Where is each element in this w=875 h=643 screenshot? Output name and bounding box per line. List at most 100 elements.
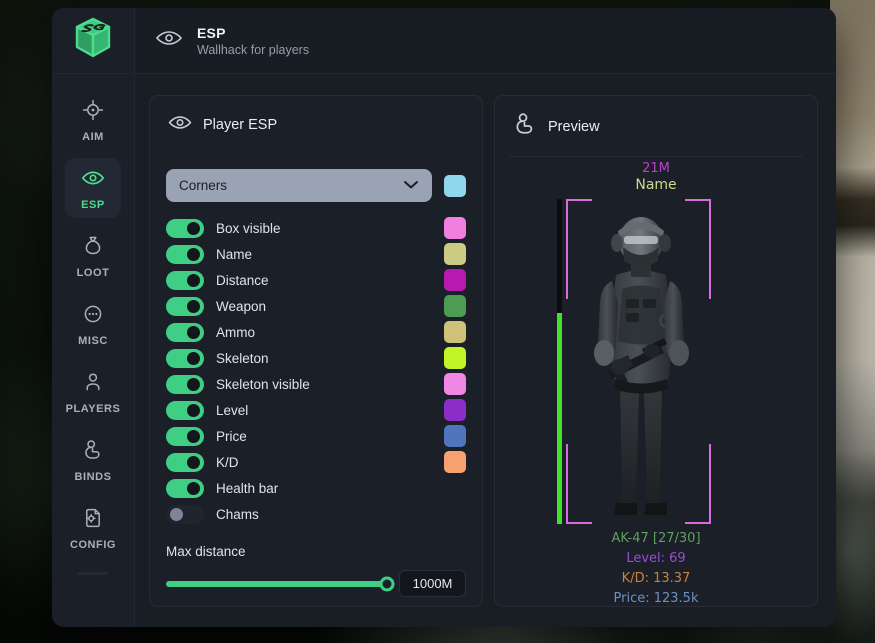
esp-box-corners [566, 199, 711, 524]
background-glow [830, 300, 875, 643]
esp-option-row: Box visible [166, 215, 466, 241]
esp-edge [566, 444, 568, 524]
sidebar-item-loot[interactable]: LOOT [65, 226, 121, 286]
sidebar-item-players[interactable]: PLAYERS [65, 362, 121, 422]
panel-title: Preview [548, 119, 600, 135]
sidebar-item-binds[interactable]: BINDS [65, 430, 121, 490]
esp-option-label: Health bar [216, 481, 432, 496]
esp-option-row: Health bar [166, 475, 466, 501]
app-logo[interactable] [52, 8, 134, 74]
esp-option-color-swatch[interactable] [444, 217, 466, 239]
toggle-skeleton[interactable] [166, 349, 204, 368]
esp-option-color-swatch[interactable] [444, 295, 466, 317]
esp-health-fill [557, 313, 562, 524]
esp-option-label: K/D [216, 455, 432, 470]
max-distance-slider[interactable] [166, 581, 387, 587]
page-title: ESP [197, 25, 309, 41]
esp-info-line: Price: 123.5k [526, 589, 786, 607]
toggle-health-bar[interactable] [166, 479, 204, 498]
esp-option-label: Distance [216, 273, 432, 288]
page-subtitle: Wallhack for players [197, 43, 309, 57]
esp-option-color-swatch[interactable] [444, 269, 466, 291]
sidebar-item-label: MISC [78, 335, 108, 347]
esp-option-label: Chams [216, 507, 432, 522]
sidebar-item-label: CONFIG [70, 539, 116, 551]
preview-panel: Preview 21M Name [494, 95, 818, 607]
esp-option-row: Distance [166, 267, 466, 293]
toggle-knob [187, 222, 200, 235]
eye-icon [155, 26, 183, 55]
esp-corner-bottom-right [685, 498, 711, 524]
esp-option-row: Level [166, 397, 466, 423]
esp-option-row: Weapon [166, 293, 466, 319]
esp-options-list: Box visibleNameDistanceWeaponAmmoSkeleto… [166, 215, 466, 527]
money-bag-icon [82, 235, 104, 262]
esp-option-label: Price [216, 429, 432, 444]
sidebar-item-esp[interactable]: ESP [65, 158, 121, 218]
esp-option-color-swatch[interactable] [444, 425, 466, 447]
dots-circle-icon [82, 303, 104, 330]
esp-option-label: Skeleton [216, 351, 432, 366]
sidebar-item-aim[interactable]: AIM [65, 90, 121, 150]
panel-title: Player ESP [203, 117, 277, 133]
toggle-knob [187, 378, 200, 391]
esp-option-label: Weapon [216, 299, 432, 314]
esp-option-color-swatch[interactable] [444, 399, 466, 421]
box-style-select[interactable]: Corners [166, 169, 432, 202]
toggle-level[interactable] [166, 401, 204, 420]
toggle-knob [187, 274, 200, 287]
toggle-price[interactable] [166, 427, 204, 446]
esp-option-color-swatch[interactable] [444, 321, 466, 343]
preview-stage: 21M Name [495, 157, 817, 592]
esp-health-bar [557, 199, 562, 524]
esp-option-label: Skeleton visible [216, 377, 432, 392]
player-esp-panel: Player ESP Corners [149, 95, 483, 607]
esp-corner-top-right [685, 199, 711, 225]
esp-option-color-swatch[interactable] [444, 347, 466, 369]
toggle-knob [170, 508, 183, 521]
sidebar-item-label: LOOT [77, 267, 110, 279]
max-distance-value: 1000M [399, 570, 466, 597]
slider-thumb[interactable] [380, 576, 395, 591]
box-style-row: Corners [166, 169, 466, 202]
esp-edge [709, 199, 711, 299]
esp-option-color-swatch[interactable] [444, 243, 466, 265]
max-distance-label: Max distance [166, 544, 466, 559]
toggle-k-d[interactable] [166, 453, 204, 472]
toggle-knob [187, 300, 200, 313]
esp-option-row: Name [166, 241, 466, 267]
esp-info-line: Level: 69 [526, 549, 786, 569]
toggle-name[interactable] [166, 245, 204, 264]
toggle-knob [187, 482, 200, 495]
hand-click-icon [513, 112, 537, 141]
toggle-chams[interactable] [166, 505, 204, 524]
sidebar-item-label: BINDS [75, 471, 112, 483]
esp-option-row: Skeleton [166, 345, 466, 371]
toggle-ammo[interactable] [166, 323, 204, 342]
esp-option-row: Chams [166, 501, 466, 527]
sidebar: AIM ESP LOOT [52, 8, 135, 627]
sg-cube-logo-icon [73, 16, 113, 65]
toggle-skeleton-visible[interactable] [166, 375, 204, 394]
esp-option-label: Box visible [216, 221, 432, 236]
page-header: ESP Wallhack for players [135, 8, 836, 74]
esp-option-label: Name [216, 247, 432, 262]
esp-info-lines: AK-47 [27/30]Level: 69K/D: 13.37Price: 1… [526, 529, 786, 607]
esp-info-line: K/D: 13.37 [526, 569, 786, 589]
toggle-distance[interactable] [166, 271, 204, 290]
sidebar-item-label: PLAYERS [66, 403, 121, 415]
esp-option-color-swatch[interactable] [444, 451, 466, 473]
box-style-color-swatch[interactable] [444, 175, 466, 197]
sidebar-item-config[interactable]: CONFIG [65, 498, 121, 558]
file-gear-icon [82, 507, 104, 534]
esp-option-row: Skeleton visible [166, 371, 466, 397]
sidebar-item-misc[interactable]: MISC [65, 294, 121, 354]
esp-option-color-swatch[interactable] [444, 373, 466, 395]
toggle-box-visible[interactable] [166, 219, 204, 238]
esp-edge [709, 444, 711, 524]
esp-option-label: Level [216, 403, 432, 418]
esp-edge [566, 199, 568, 299]
esp-preview-unit: 21M Name [526, 161, 786, 591]
toggle-weapon[interactable] [166, 297, 204, 316]
sidebar-item-label: AIM [82, 131, 104, 143]
